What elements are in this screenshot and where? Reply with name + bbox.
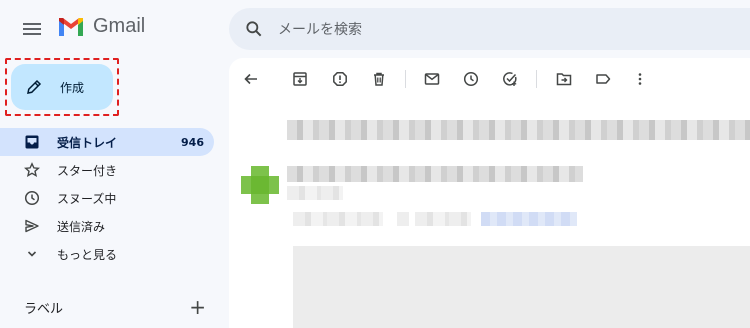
gmail-m-icon <box>59 17 83 36</box>
sidebar-item-sent[interactable]: 送信済み <box>0 212 214 240</box>
sidebar-nav: 受信トレイ 946 スター付き スヌーズ中 送信済み もっと見る <box>0 128 214 268</box>
hamburger-menu-icon <box>23 23 41 35</box>
add-task-icon[interactable] <box>502 71 518 87</box>
send-icon <box>24 218 40 234</box>
label-icon[interactable] <box>595 71 611 87</box>
search-icon[interactable] <box>244 19 264 39</box>
inbox-icon <box>24 134 40 150</box>
email-line-redacted <box>293 212 383 226</box>
message-toolbar <box>229 58 750 100</box>
sidebar-item-more[interactable]: もっと見る <box>0 240 214 268</box>
email-body-redacted <box>293 246 750 328</box>
add-label-button[interactable]: + <box>189 297 206 317</box>
more-options-icon[interactable] <box>632 71 648 87</box>
chevron-down-icon <box>24 246 40 262</box>
search-placeholder: メールを検索 <box>278 22 362 38</box>
toolbar-divider <box>536 70 537 88</box>
labels-title: ラベル <box>24 301 64 317</box>
sender-avatar <box>241 166 279 204</box>
labels-section-header: ラベル + <box>24 297 206 317</box>
clock-icon <box>24 190 40 206</box>
back-arrow-icon[interactable] <box>243 71 259 87</box>
sidebar-item-label: 受信トレイ <box>57 135 118 150</box>
mark-unread-icon[interactable] <box>424 71 440 87</box>
snooze-icon[interactable] <box>463 71 479 87</box>
star-icon <box>24 162 40 178</box>
email-subject-redacted <box>287 120 750 140</box>
report-spam-icon[interactable] <box>332 71 348 87</box>
recipient-redacted <box>287 186 343 200</box>
email-line-redacted <box>415 212 471 226</box>
gmail-logo[interactable]: Gmail <box>57 15 145 38</box>
compose-button[interactable]: 作成 <box>11 64 113 110</box>
sidebar-item-inbox[interactable]: 受信トレイ 946 <box>0 128 214 156</box>
trash-icon[interactable] <box>371 71 387 87</box>
pencil-icon <box>27 79 42 94</box>
email-link-redacted <box>481 212 577 226</box>
compose-highlight: 作成 <box>5 58 119 116</box>
message-view <box>229 58 750 328</box>
app-name: Gmail <box>93 15 146 37</box>
toolbar-divider <box>405 70 406 88</box>
archive-icon[interactable] <box>292 71 308 87</box>
move-to-folder-icon[interactable] <box>556 71 572 87</box>
sidebar-item-label: 送信済み <box>57 219 106 234</box>
sender-name-redacted <box>287 166 583 182</box>
compose-label: 作成 <box>60 80 85 95</box>
sidebar-item-label: スヌーズ中 <box>57 191 117 206</box>
sidebar-item-starred[interactable]: スター付き <box>0 156 214 184</box>
main-menu-button[interactable] <box>20 17 44 41</box>
sidebar-item-label: もっと見る <box>57 247 118 262</box>
email-line-redacted <box>397 212 409 226</box>
unread-count: 946 <box>181 135 204 149</box>
sidebar-item-label: スター付き <box>57 163 118 178</box>
search-bar[interactable]: メールを検索 <box>229 8 750 50</box>
sidebar-item-snoozed[interactable]: スヌーズ中 <box>0 184 214 212</box>
